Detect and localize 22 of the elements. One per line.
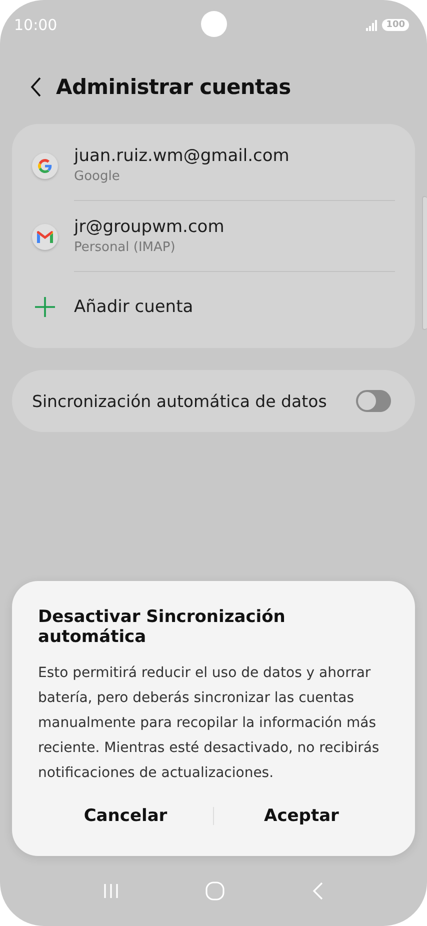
dialog-button[interactable]: Aceptar — [214, 800, 389, 832]
dialog-message: Esto permitirá reducir el uso de datos y ahorrar batería, pero deberás sincronizar las cuentas manualmente para recopilar la información más reciente. Mientras esté desactivado, no recibirás notificaciones de actualizaciones. — [38, 664, 380, 783]
setting-label: Sincronización automática de datos — [32, 392, 327, 410]
dialog-title: Desactivar Sincronización automática — [38, 607, 286, 647]
account-email[interactable]: juan.ruiz.wm@gmail.com — [74, 146, 395, 166]
add-account-link[interactable]: Añadir cuenta — [74, 297, 395, 317]
camera-cutout — [201, 11, 227, 37]
dialog-button[interactable]: Cancelar — [38, 800, 213, 832]
toggle-switch[interactable] — [356, 390, 391, 412]
recent-apps-icon[interactable] — [103, 883, 120, 899]
sync-setting-row[interactable]: Sincronización automática de datos — [12, 370, 415, 432]
mail-m-icon — [32, 224, 58, 250]
page-title: Administrar cuentas — [56, 75, 291, 99]
back-icon[interactable] — [30, 77, 42, 97]
account-email[interactable]: jr@groupwm.com — [74, 217, 395, 237]
home-icon[interactable] — [205, 881, 226, 901]
battery-indicator: 100 — [382, 19, 409, 31]
plus-icon — [32, 294, 58, 320]
account-type: Personal (IMAP) — [74, 240, 176, 255]
google-g-icon — [32, 152, 58, 178]
account-type: Google — [74, 169, 121, 184]
signal-icon — [366, 20, 378, 30]
